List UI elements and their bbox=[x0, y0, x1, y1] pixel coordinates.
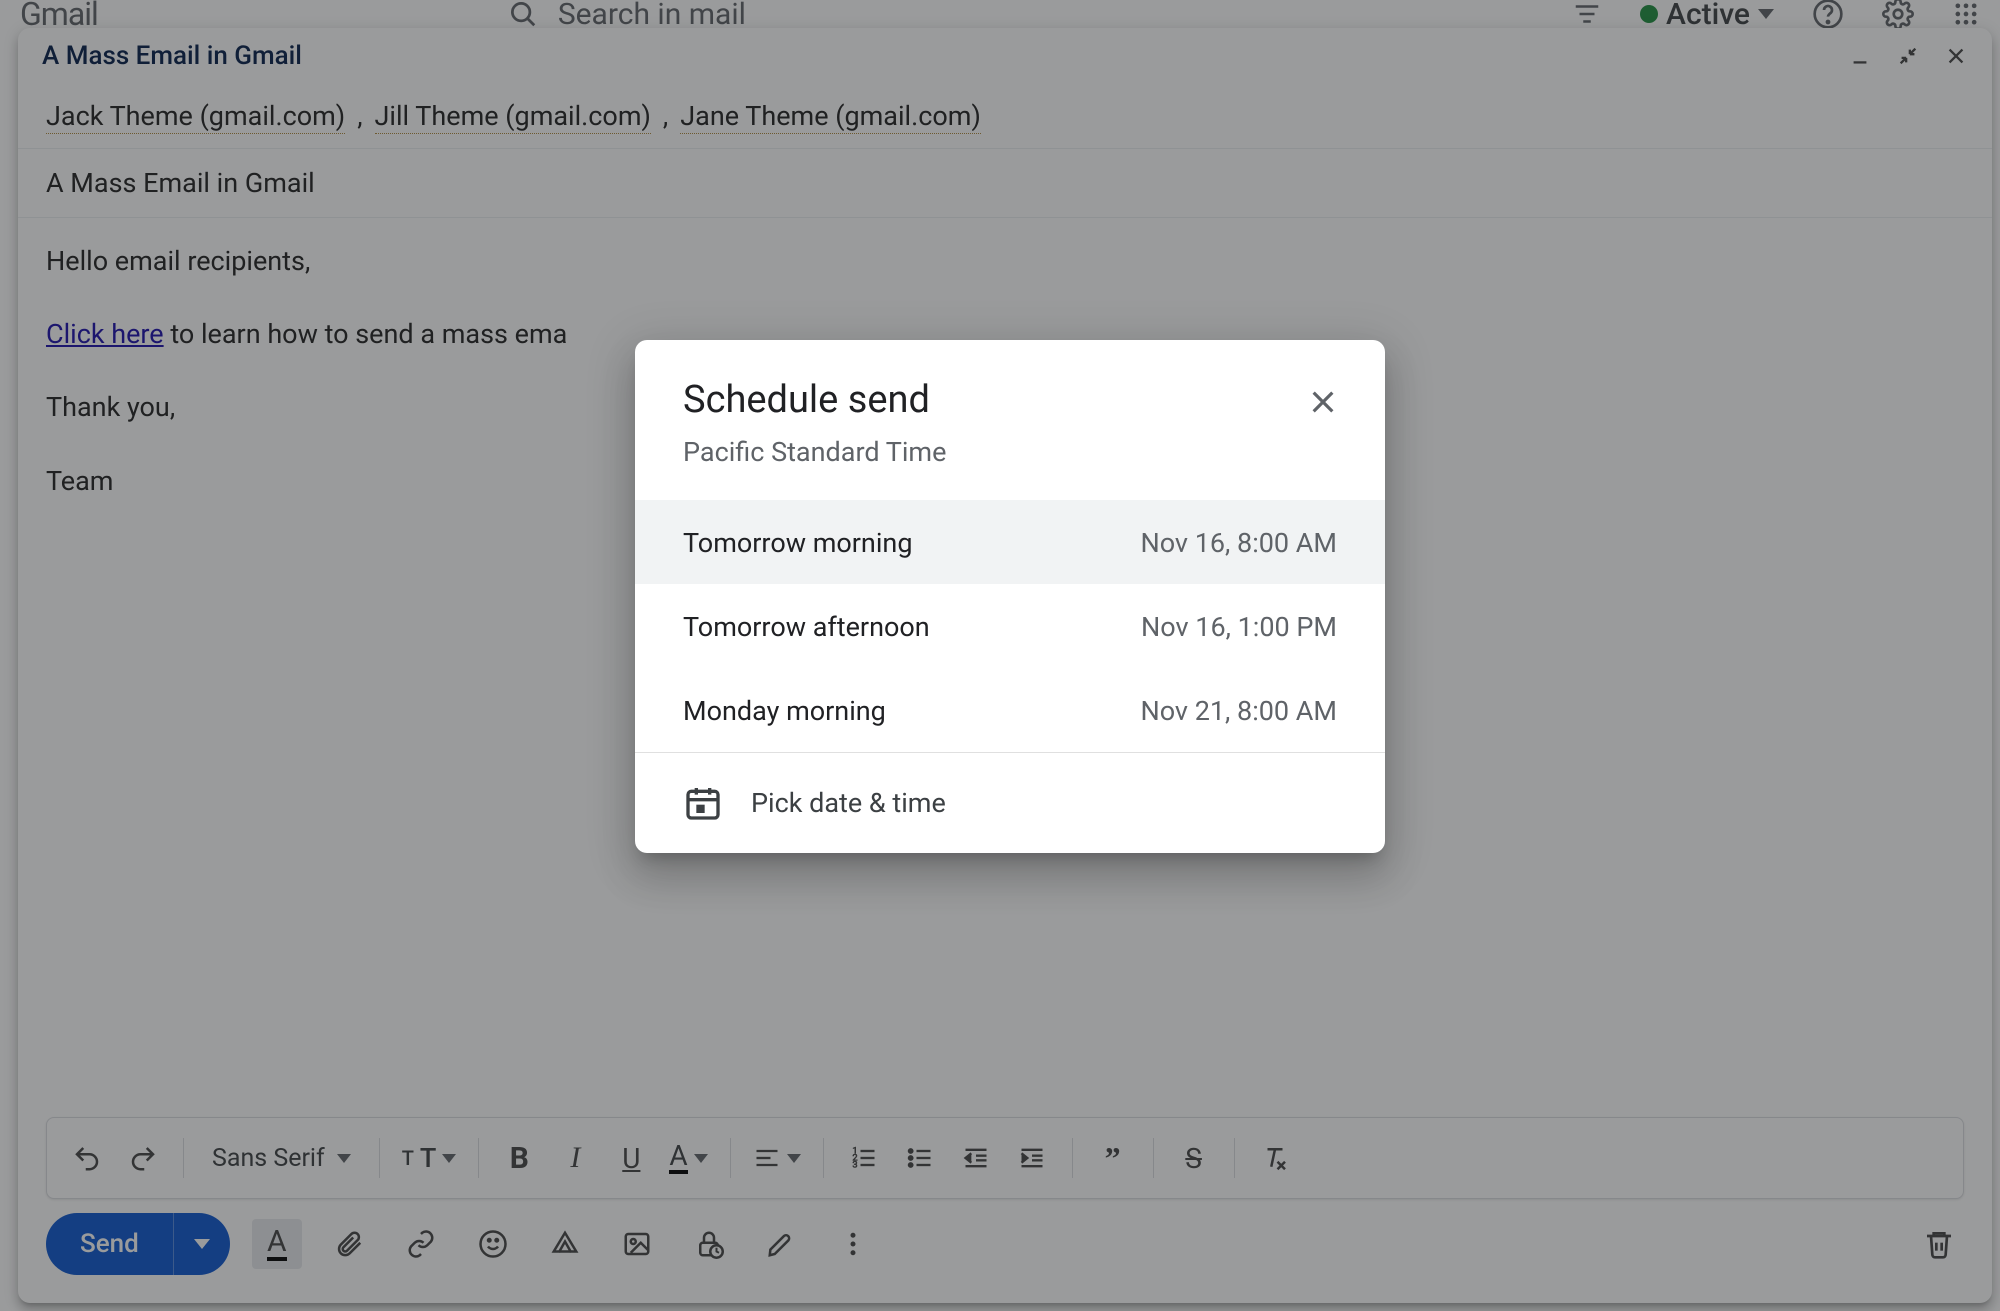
schedule-options-list: Tomorrow morning Nov 16, 8:00 AM Tomorro… bbox=[635, 500, 1385, 752]
close-icon bbox=[1307, 386, 1339, 418]
option-time: Nov 16, 1:00 PM bbox=[1141, 611, 1337, 643]
pick-date-label: Pick date & time bbox=[751, 787, 946, 819]
modal-close-button[interactable] bbox=[1301, 380, 1345, 424]
option-label: Monday morning bbox=[683, 695, 886, 727]
modal-title: Schedule send bbox=[683, 378, 1337, 422]
option-label: Tomorrow morning bbox=[683, 527, 912, 559]
pick-date-time-button[interactable]: Pick date & time bbox=[635, 753, 1385, 853]
option-time: Nov 16, 8:00 AM bbox=[1140, 527, 1337, 559]
schedule-option[interactable]: Tomorrow afternoon Nov 16, 1:00 PM bbox=[635, 584, 1385, 668]
calendar-icon bbox=[683, 783, 723, 823]
schedule-option[interactable]: Monday morning Nov 21, 8:00 AM bbox=[635, 668, 1385, 752]
schedule-send-modal: Schedule send Pacific Standard Time Tomo… bbox=[635, 340, 1385, 853]
schedule-option[interactable]: Tomorrow morning Nov 16, 8:00 AM bbox=[635, 500, 1385, 584]
modal-subtitle: Pacific Standard Time bbox=[683, 436, 1337, 468]
option-time: Nov 21, 8:00 AM bbox=[1140, 695, 1337, 727]
option-label: Tomorrow afternoon bbox=[683, 611, 930, 643]
